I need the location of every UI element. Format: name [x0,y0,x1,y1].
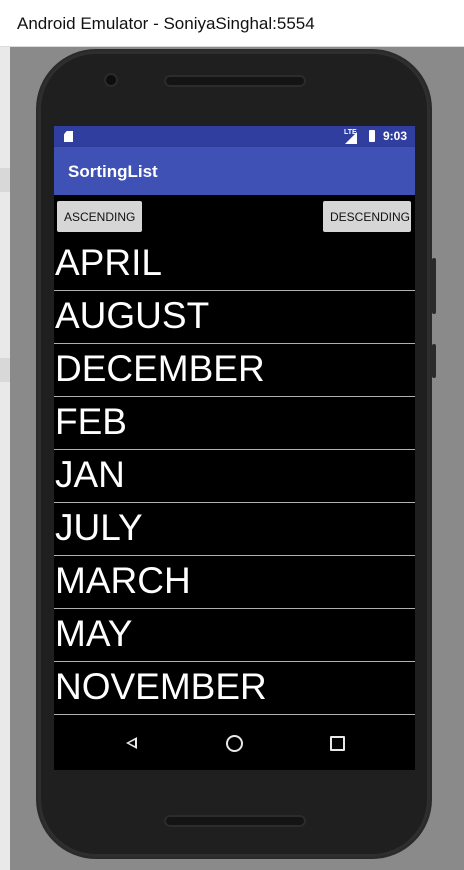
battery-icon [369,130,375,142]
status-bar: LTE 9:03 [54,126,415,147]
volume-button[interactable] [432,258,436,314]
list-item[interactable]: APRIL [54,238,415,291]
month-list[interactable]: APRIL AUGUST DECEMBER FEB JAN JULY MARCH… [54,238,415,715]
app-bar: SortingList [54,147,415,195]
ascending-button[interactable]: ASCENDING [57,201,142,232]
list-item[interactable]: MARCH [54,556,415,609]
background-band [0,168,10,192]
bottom-speaker [164,815,306,827]
background-desktop [0,40,10,870]
device-screen: LTE 9:03 SortingList ASCENDING DESCENDIN… [54,126,415,770]
navigation-bar [54,721,415,770]
list-item[interactable]: JAN [54,450,415,503]
list-item[interactable]: JULY [54,503,415,556]
background-band [0,358,10,382]
front-camera-icon [106,75,116,85]
power-button[interactable] [432,344,436,378]
descending-button[interactable]: DESCENDING [323,201,411,232]
back-icon[interactable] [126,737,137,749]
list-item[interactable]: MAY [54,609,415,662]
status-time: 9:03 [383,129,408,143]
home-icon[interactable] [226,735,243,752]
list-item[interactable]: FEB [54,397,415,450]
list-item[interactable]: AUGUST [54,291,415,344]
recent-apps-icon[interactable] [330,736,345,751]
earpiece-speaker [164,75,306,87]
list-item[interactable]: DECEMBER [54,344,415,397]
sd-card-icon [64,131,73,142]
signal-icon [345,132,357,144]
window-title: Android Emulator - SoniyaSinghal:5554 [17,14,315,33]
app-title: SortingList [68,162,158,181]
list-item[interactable]: NOVEMBER [54,662,415,715]
emulator-title-bar[interactable]: Android Emulator - SoniyaSinghal:5554 [0,0,464,47]
